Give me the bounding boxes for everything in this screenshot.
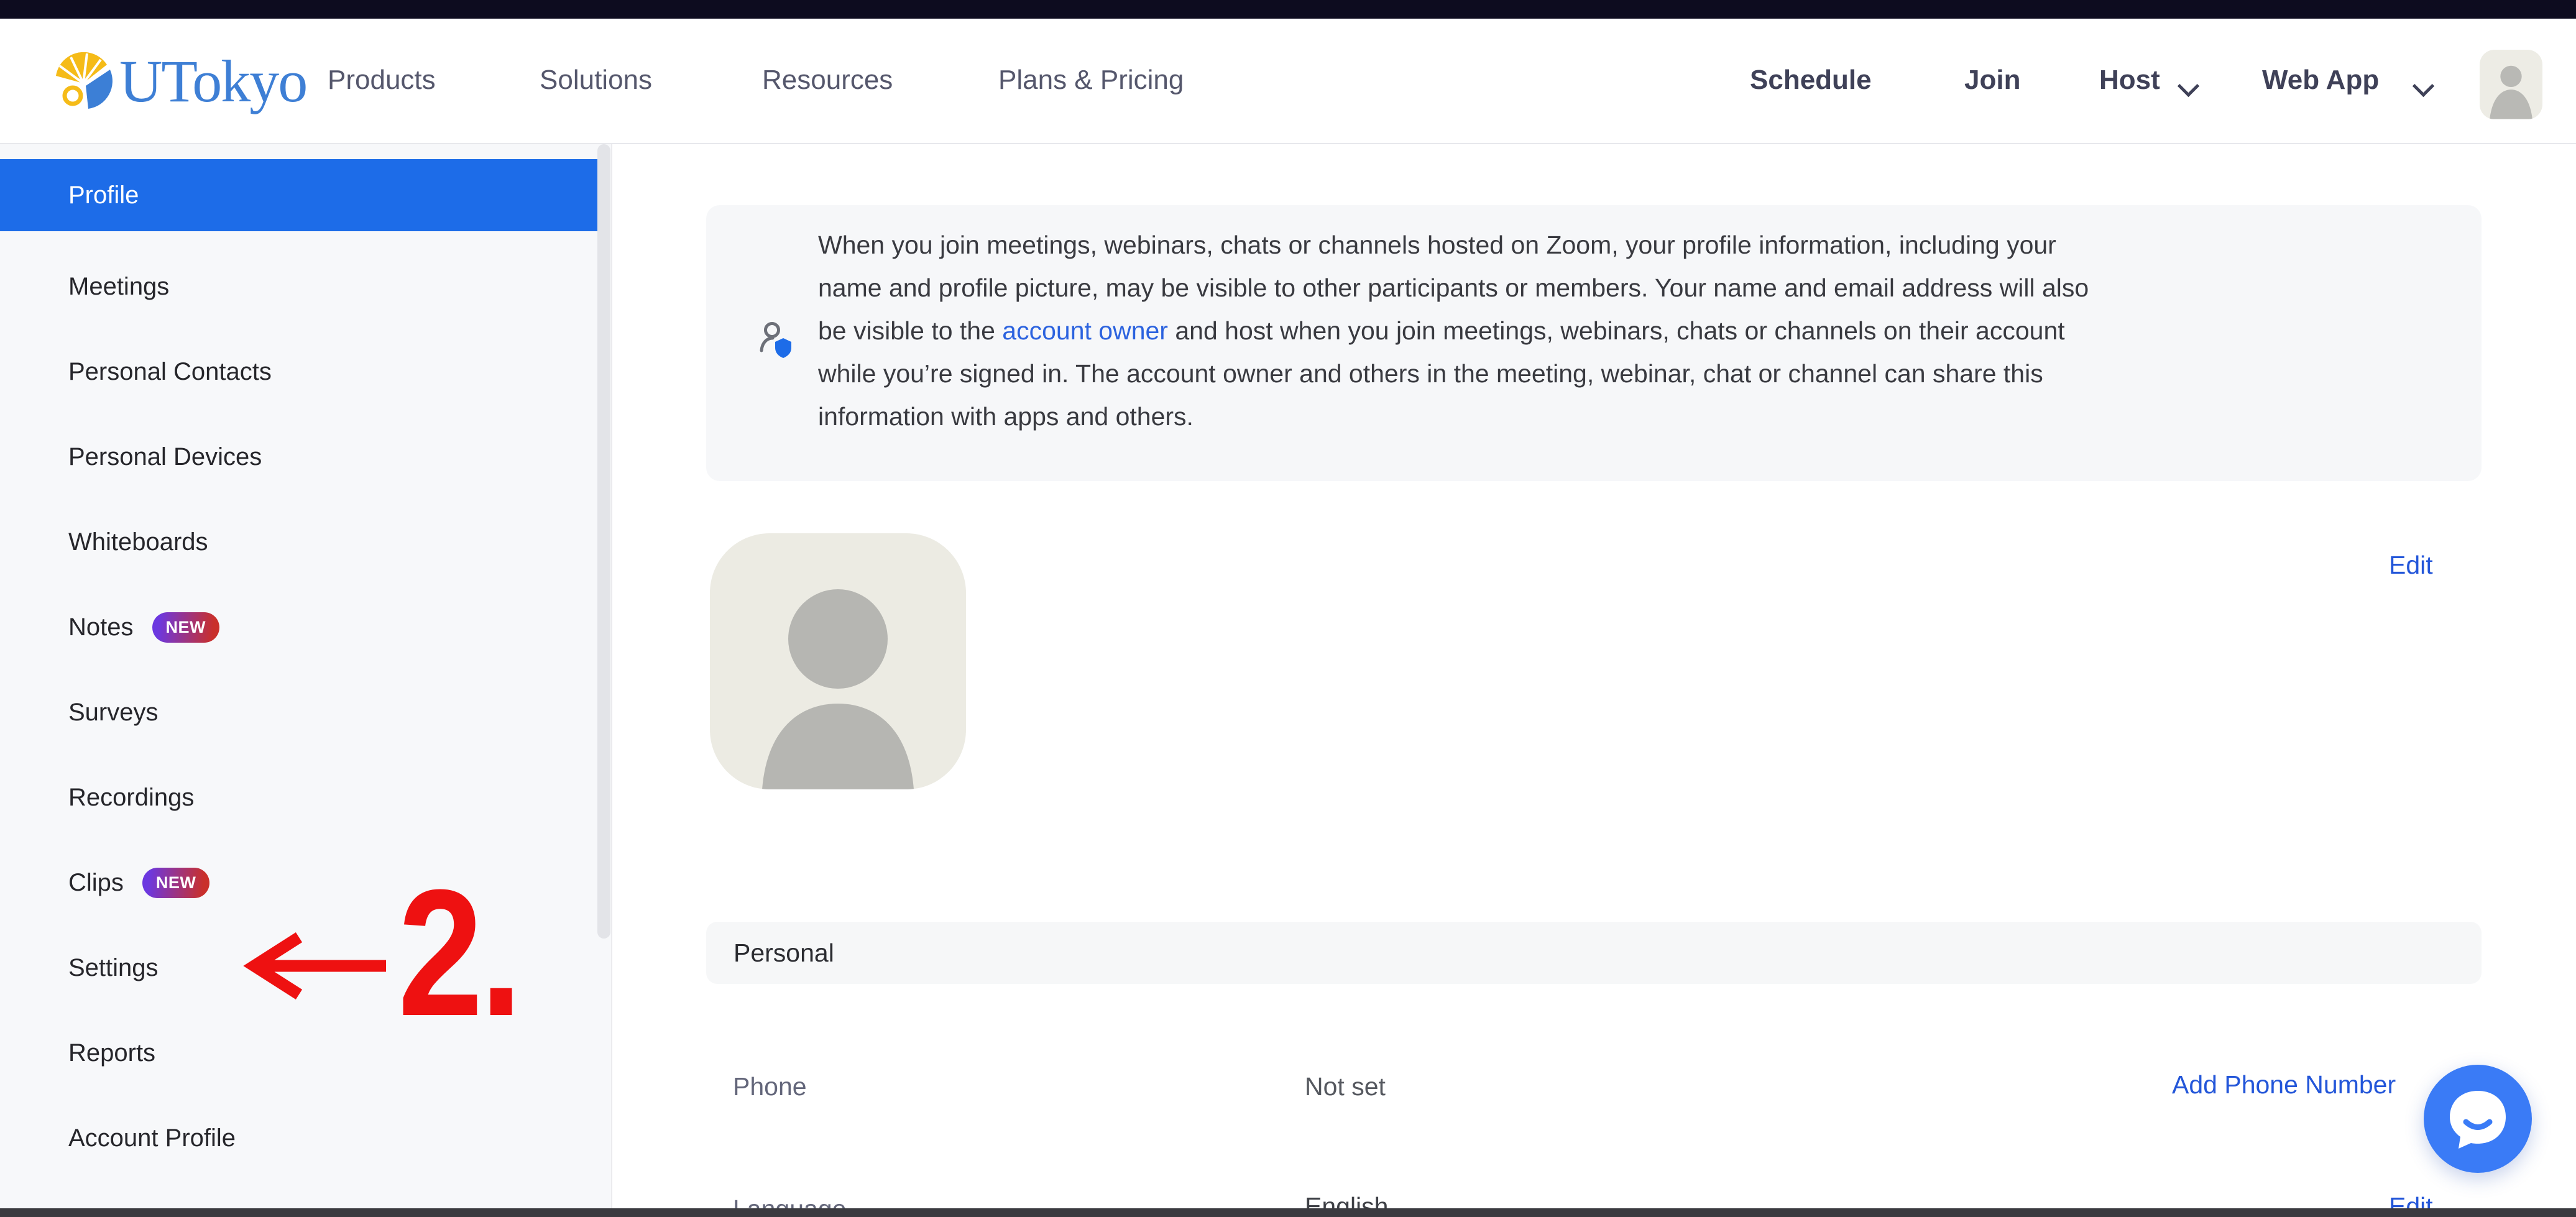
sidebar-item-personal-contacts[interactable]: Personal Contacts [0,329,598,415]
sidebar-item-surveys[interactable]: Surveys [0,670,598,755]
notice-line: information with apps and others. [818,395,2089,438]
sidebar-item-label: Settings [68,954,159,982]
nav-link-solutions[interactable]: Solutions [540,65,652,96]
nav-link-schedule[interactable]: Schedule [1750,65,1872,96]
section-title: Personal [734,939,834,968]
zoom-web-portal-profile-page: UTokyo Products Solutions Resources Plan… [0,0,2576,1217]
sidebar-item-label: Whiteboards [68,528,208,556]
sidebar: Profile Meetings Personal Contacts Perso… [0,144,612,1217]
sidebar-item-label: Profile [68,181,139,209]
personal-section-header: Personal [706,922,2482,984]
chevron-down-icon [2413,75,2434,97]
nav-link-resources[interactable]: Resources [762,65,893,96]
notice-line: name and profile picture, may be visible… [818,267,2089,310]
sidebar-item-label: Personal Contacts [68,358,272,386]
sidebar-item-label: Reports [68,1039,155,1067]
add-phone-number-link[interactable]: Add Phone Number [2172,1070,2396,1100]
sidebar-item-label: Account Profile [68,1124,236,1152]
utokyo-ginkgo-icon [52,50,114,112]
sidebar-scrollbar[interactable] [597,144,610,939]
annotation-step-number: 2. [398,863,519,1043]
site-header: UTokyo Products Solutions Resources Plan… [0,19,2576,144]
account-owner-link[interactable]: account owner [1002,316,1168,345]
sidebar-item-label: Notes [68,613,134,641]
notice-line: while you’re signed in. The account owne… [818,352,2089,395]
sidebar-item-personal-devices[interactable]: Personal Devices [0,415,598,500]
sidebar-item-recordings[interactable]: Recordings [0,755,598,840]
sidebar-item-label: Personal Devices [68,443,262,471]
sidebar-menu: Profile Meetings Personal Contacts Perso… [0,144,611,1181]
phone-value: Not set [1305,1072,1386,1101]
sidebar-item-meetings[interactable]: Meetings [0,244,598,329]
nav-link-products[interactable]: Products [328,65,436,96]
edit-profile-link[interactable]: Edit [2389,551,2433,580]
nav-link-join[interactable]: Join [1964,65,2020,96]
person-shield-icon [758,321,793,361]
annotation-arrow-icon [238,929,387,1003]
notice-line-segment: and host when you join meetings, webinar… [1168,316,2065,345]
notice-line: When you join meetings, webinars, chats … [818,224,2089,267]
phone-label: Phone [733,1072,807,1101]
sidebar-item-label: Recordings [68,784,194,812]
sidebar-item-whiteboards[interactable]: Whiteboards [0,500,598,585]
window-top-bar [0,0,2576,19]
chat-launcher-button[interactable] [2424,1065,2532,1173]
sidebar-item-profile[interactable]: Profile [0,159,598,231]
person-silhouette-icon [710,533,966,789]
person-silhouette-icon [2480,50,2542,119]
nav-link-host[interactable]: Host [2099,65,2160,96]
new-badge: NEW [152,612,220,643]
nav-link-web-app[interactable]: Web App [2262,65,2379,96]
account-avatar[interactable] [2480,50,2542,119]
notice-text: When you join meetings, webinars, chats … [818,224,2089,438]
sidebar-item-label: Clips [68,869,124,897]
sidebar-item-label: Surveys [68,699,159,727]
sidebar-item-account-profile[interactable]: Account Profile [0,1096,598,1181]
notice-line: be visible to the account owner and host… [818,310,2089,352]
sidebar-item-label: Meetings [68,273,169,301]
chat-bubble-icon [2424,1065,2532,1173]
nav-link-plans-pricing[interactable]: Plans & Pricing [998,65,1184,96]
chevron-down-icon [2178,75,2199,97]
utokyo-logo[interactable]: UTokyo [52,44,306,118]
logo-text: UTokyo [119,47,306,116]
new-badge: NEW [142,868,210,898]
window-bottom-bar [0,1208,2576,1217]
notice-line-segment: be visible to the [818,316,1002,345]
profile-picture-placeholder[interactable] [710,533,966,789]
sidebar-item-notes[interactable]: Notes NEW [0,585,598,670]
